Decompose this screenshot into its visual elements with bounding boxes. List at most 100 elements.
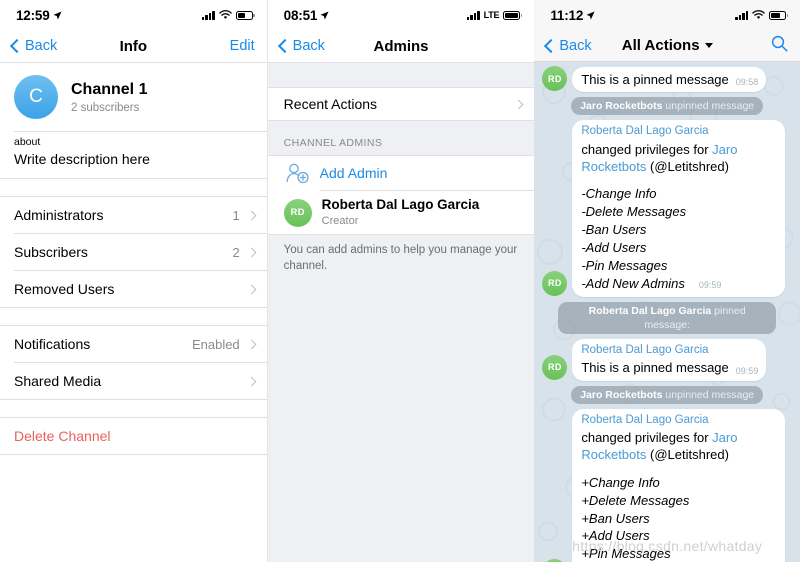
back-button[interactable]: Back bbox=[9, 38, 58, 54]
message-bubble[interactable]: This is a pinned message 09:58 bbox=[572, 66, 767, 92]
status-bar-admins: 08:51 LTE bbox=[267, 0, 535, 30]
message-row: RD Roberta Dal Lago Garcia This is a pin… bbox=[542, 338, 792, 381]
service-actor: Jaro Rocketbots bbox=[580, 388, 663, 401]
status-time: 08:51 bbox=[283, 7, 318, 23]
signal-bars-icon bbox=[466, 10, 480, 20]
chevron-right-icon bbox=[246, 284, 257, 294]
message-text: changed privileges for Jaro Rocketbots (… bbox=[581, 429, 777, 463]
divider bbox=[0, 454, 267, 455]
panel-channel-info: 12:59 Back Info Edit C Channel 1 2 subsc… bbox=[0, 0, 267, 562]
message-text: This is a pinned message bbox=[581, 71, 729, 87]
status-indicators bbox=[201, 10, 255, 20]
row-shared-media[interactable]: Shared Media bbox=[0, 363, 267, 399]
permission-item: +Change Info bbox=[581, 474, 660, 490]
permission-item: -Add New Admins bbox=[581, 275, 685, 291]
row-label: Removed Users bbox=[14, 281, 115, 297]
edit-button[interactable]: Edit bbox=[230, 38, 255, 54]
service-message: Jaro Rocketbots unpinned message bbox=[542, 97, 792, 116]
permission-item: +Ban Users bbox=[581, 510, 650, 526]
row-subscribers[interactable]: Subscribers 2 bbox=[0, 234, 267, 270]
location-arrow-icon bbox=[52, 10, 62, 19]
nav-bar-info: Back Info Edit bbox=[0, 30, 267, 62]
admins-body: Recent Actions CHANNEL ADMINS Add Admin bbox=[267, 63, 535, 562]
row-label: Notifications bbox=[14, 336, 91, 352]
back-button[interactable]: Back bbox=[277, 38, 325, 54]
message-bubble[interactable]: Roberta Dal Lago Garcia changed privileg… bbox=[572, 120, 786, 297]
delete-channel-button[interactable]: Delete Channel bbox=[0, 418, 267, 454]
channel-header[interactable]: C Channel 1 2 subscribers bbox=[0, 63, 267, 131]
row-value: 1 bbox=[232, 207, 240, 223]
text-after: (@Letitshred) bbox=[646, 447, 729, 463]
search-button[interactable] bbox=[771, 35, 788, 57]
service-message-pill: Jaro Rocketbots unpinned message bbox=[571, 385, 764, 404]
row-notifications[interactable]: Notifications Enabled bbox=[0, 326, 267, 362]
section-header-channel-admins: CHANNEL ADMINS bbox=[283, 137, 383, 149]
permission-item: +Delete Messages bbox=[581, 492, 690, 508]
about-value: Write description here bbox=[14, 151, 150, 167]
status-indicators: LTE bbox=[466, 10, 523, 20]
text-after: (@Letitshred) bbox=[646, 158, 729, 174]
status-time-group: 12:59 bbox=[16, 8, 62, 23]
admins-card: Add Admin RD Roberta Dal Lago Garcia Cre… bbox=[267, 155, 535, 236]
row-administrators[interactable]: Administrators 1 bbox=[0, 197, 267, 233]
admins-footer-note: You can add admins to help you manage yo… bbox=[283, 244, 518, 272]
section-gap bbox=[0, 308, 267, 325]
permission-list: -Change Info -Delete Messages -Ban Users… bbox=[581, 185, 777, 293]
status-bar-info: 12:59 bbox=[0, 0, 267, 30]
row-recent-actions[interactable]: Recent Actions bbox=[268, 88, 535, 120]
message-time: 09:58 bbox=[735, 77, 759, 87]
signal-bars-icon bbox=[735, 10, 749, 20]
panel-all-actions: 11:12 Back All Actions RD This is a pinn… bbox=[534, 0, 800, 562]
back-button[interactable]: Back bbox=[544, 37, 592, 54]
back-label: Back bbox=[25, 38, 58, 54]
row-label: Administrators bbox=[14, 207, 104, 223]
text-before: changed privileges for bbox=[581, 141, 713, 157]
carrier-label: LTE bbox=[483, 10, 500, 20]
service-action: unpinned message bbox=[665, 388, 755, 401]
wifi-icon bbox=[752, 10, 765, 19]
avatar: RD bbox=[542, 66, 568, 91]
add-person-icon bbox=[286, 163, 309, 184]
permission-item-last: -Add New Admins 09:59 bbox=[581, 275, 777, 293]
message-row: RD This is a pinned message 09:58 bbox=[542, 66, 792, 92]
signal-bars-icon bbox=[201, 10, 215, 20]
recent-actions-card: Recent Actions bbox=[267, 87, 535, 121]
nav-bar-actions: Back All Actions bbox=[534, 30, 800, 62]
service-message: Jaro Rocketbots unpinned message bbox=[542, 385, 792, 404]
service-actor: Roberta Dal Lago Garcia bbox=[588, 304, 712, 317]
message-bubble[interactable]: Roberta Dal Lago Garcia changed privileg… bbox=[572, 408, 786, 562]
wifi-icon bbox=[218, 10, 232, 19]
chevron-right-icon bbox=[246, 210, 257, 220]
chevron-down-icon bbox=[704, 43, 713, 48]
avatar: RD bbox=[542, 270, 568, 296]
battery-icon bbox=[769, 10, 789, 20]
about-section[interactable]: about Write description here bbox=[0, 132, 267, 178]
service-actor: Jaro Rocketbots bbox=[580, 100, 663, 112]
service-message-pill: Jaro Rocketbots unpinned message bbox=[571, 97, 764, 116]
delete-channel-label: Delete Channel bbox=[14, 428, 111, 444]
add-admin-button[interactable]: Add Admin bbox=[268, 156, 535, 190]
message-text: changed privileges for Jaro Rocketbots (… bbox=[581, 141, 777, 175]
chevron-right-icon bbox=[246, 247, 257, 257]
text-before: changed privileges for bbox=[581, 430, 713, 446]
row-label: Subscribers bbox=[14, 244, 88, 260]
message-row: RD Roberta Dal Lago Garcia changed privi… bbox=[542, 408, 792, 562]
permission-item: +Pin Messages bbox=[581, 546, 671, 562]
message-list: RD This is a pinned message 09:58 Jaro R… bbox=[534, 62, 800, 562]
permission-list: +Change Info +Delete Messages +Ban Users… bbox=[581, 474, 777, 562]
permission-item: +Add Users bbox=[581, 528, 650, 544]
permission-item: -Change Info bbox=[581, 186, 657, 201]
permission-item: -Delete Messages bbox=[581, 203, 687, 219]
admin-list-item[interactable]: RD Roberta Dal Lago Garcia Creator bbox=[268, 191, 535, 234]
row-removed-users[interactable]: Removed Users bbox=[0, 271, 267, 307]
location-arrow-icon bbox=[320, 10, 329, 19]
service-action: unpinned message bbox=[665, 100, 755, 112]
channel-name: Channel 1 bbox=[71, 80, 148, 98]
back-label: Back bbox=[559, 37, 592, 54]
chevron-right-icon bbox=[246, 376, 257, 386]
message-bubble[interactable]: Roberta Dal Lago Garcia This is a pinned… bbox=[572, 338, 767, 381]
message-time: 09:59 bbox=[698, 280, 722, 291]
chat-scroll-area[interactable]: RD This is a pinned message 09:58 Jaro R… bbox=[534, 62, 800, 562]
message-author: Roberta Dal Lago Garcia bbox=[581, 413, 709, 426]
add-admin-label: Add Admin bbox=[319, 165, 388, 181]
